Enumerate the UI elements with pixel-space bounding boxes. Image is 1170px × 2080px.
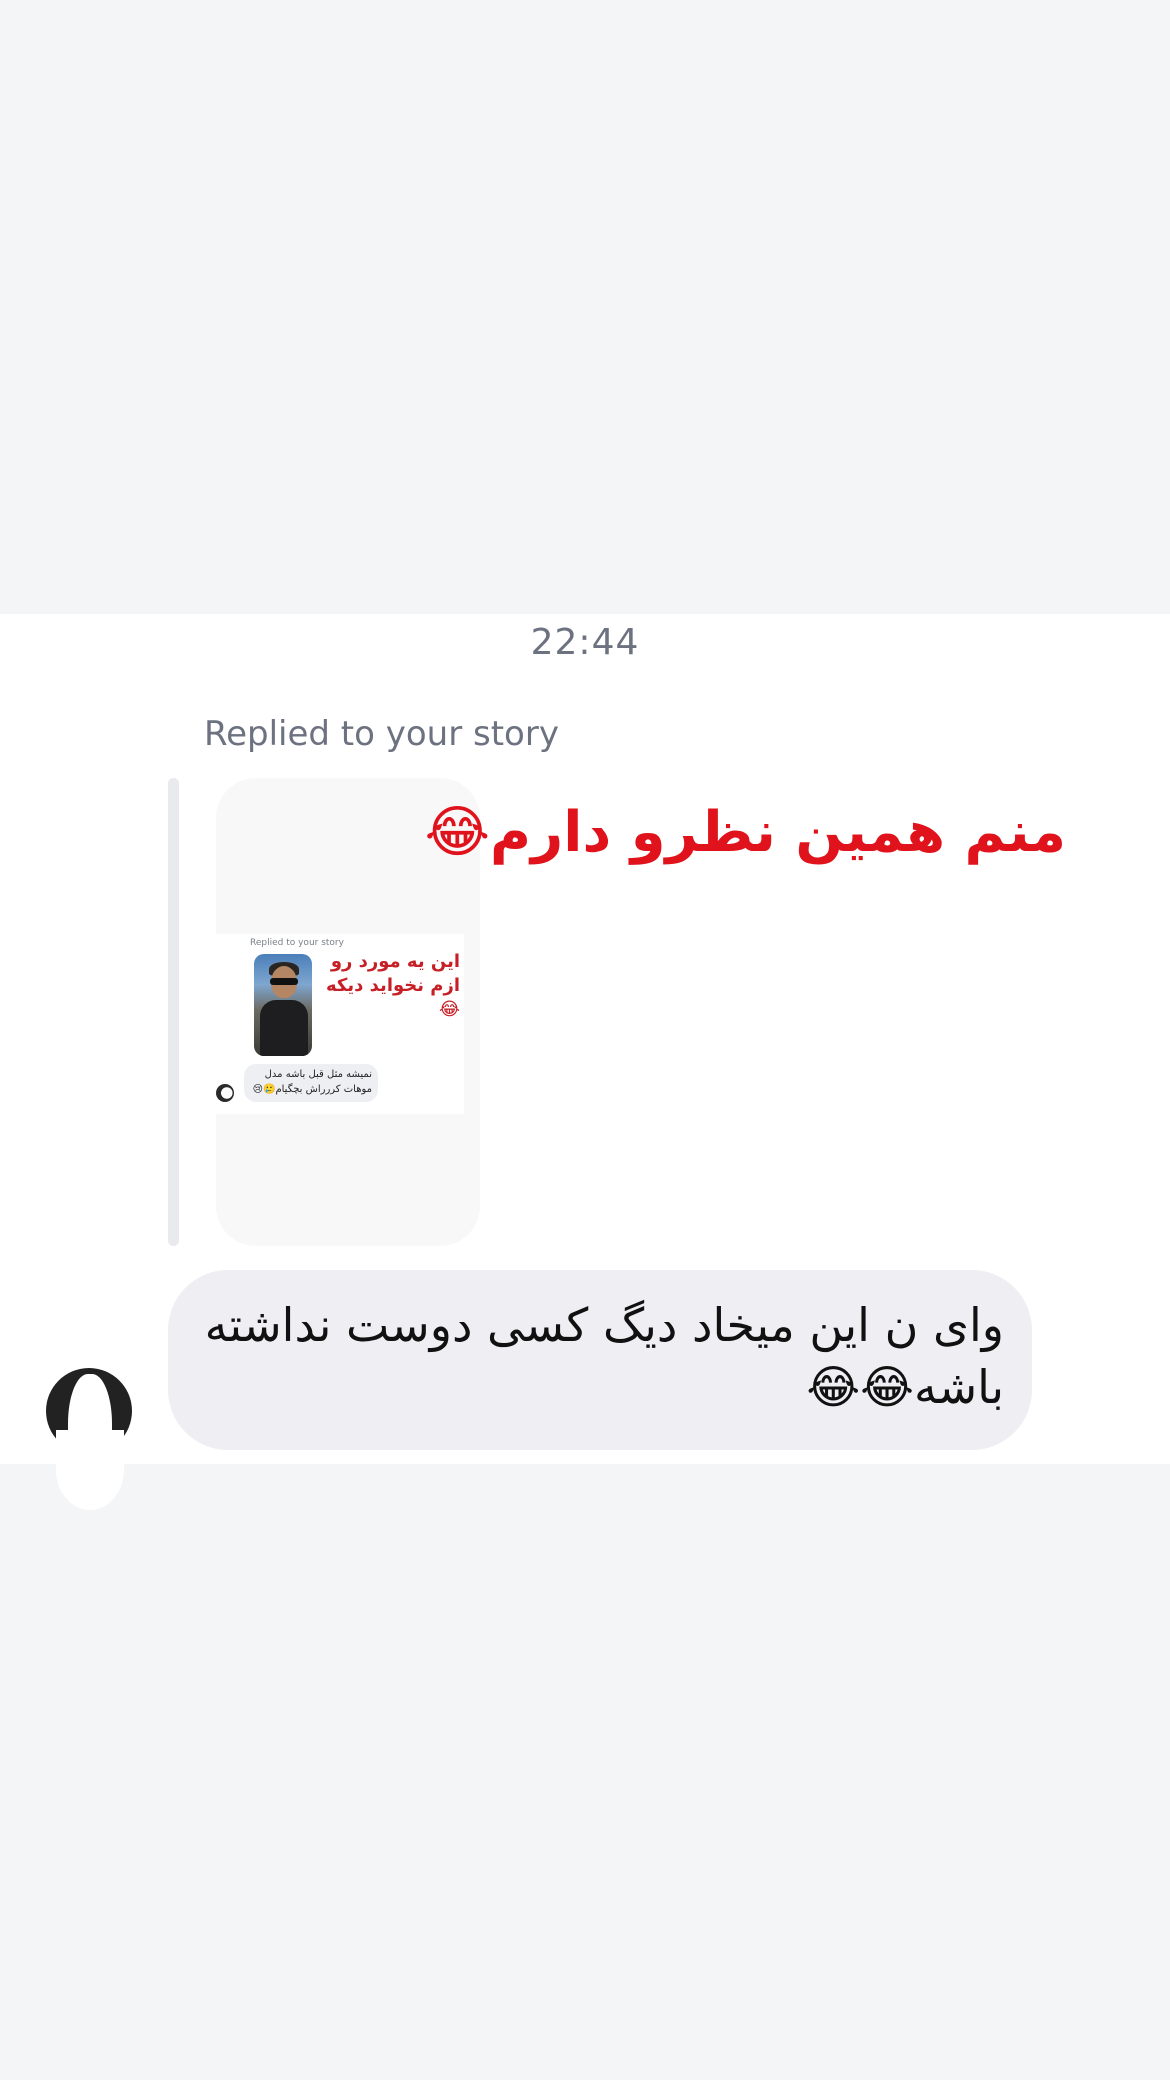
story-photo-thumbnail [254, 954, 312, 1056]
reply-quote-bar [168, 778, 179, 1246]
story-preview-caption: این یه مورد رو ازم نخواید دیکه😂 [326, 951, 460, 1020]
story-screenshot: Replied to your story این یه مورد رو ازم… [216, 934, 464, 1114]
message-text: وای ن این میخاد دیگ کسی دوست نداشته باشه… [204, 1298, 1004, 1414]
top-empty-area [0, 0, 1170, 614]
bottom-empty-area [0, 1464, 1170, 2080]
message-bubble[interactable]: وای ن این میخاد دیگ کسی دوست نداشته باشه… [168, 1270, 1032, 1450]
story-preview-bubble-text: نمیشه مثل قبل باشه مدل موهات کررراش بچگی… [252, 1069, 372, 1095]
replied-to-story-label: Replied to your story [204, 714, 559, 754]
story-preview-bubble: نمیشه مثل قبل باشه مدل موهات کررراش بچگی… [244, 1064, 378, 1102]
story-reply-message: منم همین نظرو دارم😂 [424, 800, 1066, 865]
avatar-decoration [56, 1430, 124, 1510]
message-timestamp: 22:44 [530, 622, 640, 663]
story-preview-reply-label: Replied to your story [250, 938, 344, 948]
story-preview-avatar [216, 1084, 234, 1102]
